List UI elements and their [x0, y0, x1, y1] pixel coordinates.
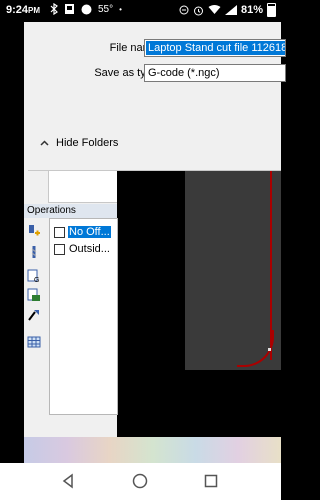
export-icon[interactable] [27, 288, 41, 302]
chevron-up-icon [40, 138, 49, 149]
tree-panel [48, 170, 118, 203]
save-dialog: File name: Laptop Stand cut file 112618 … [28, 22, 286, 171]
save-as-type-select[interactable]: G-code (*.ngc) [144, 64, 286, 82]
operation-checkbox[interactable] [54, 243, 65, 255]
signal-icon [224, 5, 237, 15]
operation-item-outside[interactable]: Outsid... [54, 241, 111, 257]
blurred-taskbar [24, 437, 281, 464]
operations-toolbar: G [24, 218, 48, 413]
battery-icon [267, 3, 276, 17]
operation-checkbox[interactable] [54, 226, 65, 238]
battery-percent: 81% [240, 4, 263, 16]
save-as-type-value: G-code (*.ngc) [148, 67, 220, 79]
wifi-icon [208, 5, 221, 14]
new-operation-icon[interactable] [27, 224, 41, 238]
android-nav-bar [0, 463, 281, 500]
operation-item-no-offset[interactable]: No Off... [54, 224, 111, 240]
bluetooth-icon [50, 3, 58, 15]
weather-icon [81, 4, 92, 14]
screen-left-margin [0, 22, 24, 463]
temperature: 55° [98, 3, 114, 15]
gallery-icon [65, 4, 74, 14]
toolpath-arrow-icon[interactable] [27, 308, 41, 322]
alarm-icon [193, 6, 203, 15]
recents-icon[interactable] [203, 473, 219, 489]
hide-folders-label: Hide Folders [56, 137, 119, 149]
operations-panel-title: Operations [24, 204, 117, 218]
back-icon[interactable] [60, 473, 76, 489]
home-icon[interactable] [132, 473, 148, 489]
file-name-input[interactable]: Laptop Stand cut file 112618 [144, 39, 286, 57]
origin-marker [268, 348, 271, 351]
operation-label: No Off... [68, 226, 111, 238]
gcode-icon[interactable]: G [27, 269, 41, 283]
notification-dot-icon: • [119, 4, 122, 14]
clock: 9:24PM [6, 4, 41, 16]
toolpath-canvas[interactable] [117, 170, 281, 463]
save-as-type-row: Save as type: G-code (*.ngc) [28, 64, 286, 84]
status-bar: 9:24PM 55° • 81% [0, 0, 281, 22]
operation-label: Outsid... [69, 243, 110, 255]
do-not-disturb-icon [179, 5, 189, 15]
file-name-value: Laptop Stand cut file 112618 [146, 41, 285, 55]
hide-folders-button[interactable]: Hide Folders [40, 137, 118, 149]
operations-list: No Off... Outsid... [49, 218, 118, 415]
table-icon[interactable] [27, 335, 41, 349]
end-mill-icon[interactable] [27, 245, 41, 259]
svg-text:G: G [34, 277, 39, 283]
file-name-row: File name: Laptop Stand cut file 112618 [28, 39, 286, 59]
